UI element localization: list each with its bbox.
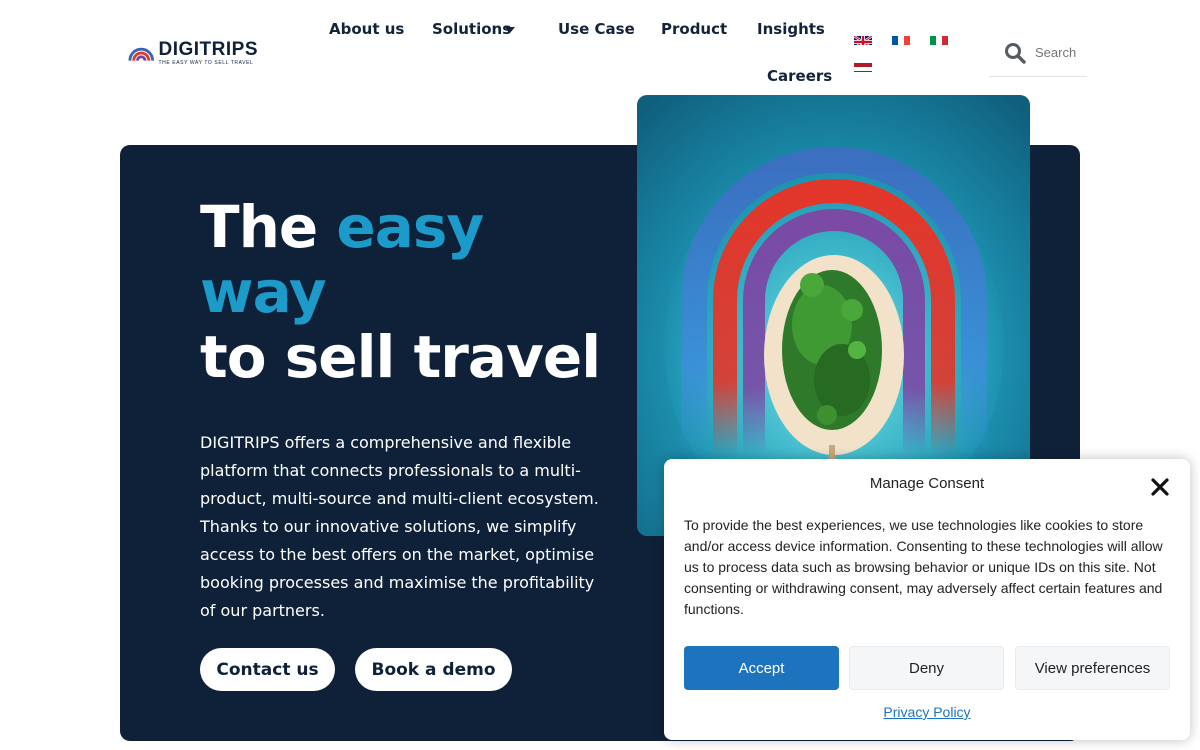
headline-part1: The bbox=[200, 193, 337, 261]
logo-rainbow-icon bbox=[128, 47, 155, 61]
headline-accent1: easy bbox=[336, 193, 484, 261]
consent-text: To provide the best experiences, we use … bbox=[684, 517, 1163, 617]
flag-fr-icon[interactable] bbox=[892, 33, 910, 45]
search-box bbox=[989, 30, 1087, 77]
search-input[interactable] bbox=[1035, 42, 1085, 62]
consent-dialog: Manage Consent To provide the best exper… bbox=[664, 459, 1190, 740]
contact-button[interactable]: Contact us bbox=[200, 648, 335, 691]
nav-product[interactable]: Product bbox=[661, 20, 727, 38]
nav-insights[interactable]: Insights bbox=[757, 20, 825, 38]
search-icon[interactable] bbox=[1004, 42, 1026, 64]
close-icon[interactable] bbox=[1148, 475, 1172, 499]
flag-it-icon[interactable] bbox=[930, 33, 948, 45]
flag-uk-icon[interactable] bbox=[854, 33, 872, 45]
chevron-down-icon[interactable] bbox=[505, 27, 515, 33]
nav-solutions[interactable]: Solutions bbox=[432, 20, 511, 38]
logo[interactable]: DIGITRIPS THE EASY WAY TO SELL TRAVEL bbox=[128, 38, 258, 68]
deny-button[interactable]: Deny bbox=[849, 646, 1004, 690]
flag-nl-icon[interactable] bbox=[854, 60, 872, 72]
book-demo-button[interactable]: Book a demo bbox=[355, 648, 512, 691]
privacy-policy-link[interactable]: Privacy Policy bbox=[664, 704, 1190, 720]
view-preferences-button[interactable]: View preferences bbox=[1015, 646, 1170, 690]
headline-accent2: way bbox=[200, 258, 327, 326]
consent-title: Manage Consent bbox=[869, 475, 985, 492]
headline-part2: to sell travel bbox=[200, 323, 601, 391]
logo-tagline: THE EASY WAY TO SELL TRAVEL bbox=[158, 60, 254, 66]
nav-use-case[interactable]: Use Case bbox=[558, 20, 635, 38]
nav-careers[interactable]: Careers bbox=[767, 67, 832, 85]
accept-button[interactable]: Accept bbox=[684, 646, 839, 690]
hero-description: DIGITRIPS offers a comprehensive and fle… bbox=[200, 433, 599, 620]
logo-name: DIGITRIPS bbox=[158, 39, 258, 60]
nav-about[interactable]: About us bbox=[329, 20, 404, 38]
hero-headline: The easy way to sell travel bbox=[200, 193, 601, 391]
